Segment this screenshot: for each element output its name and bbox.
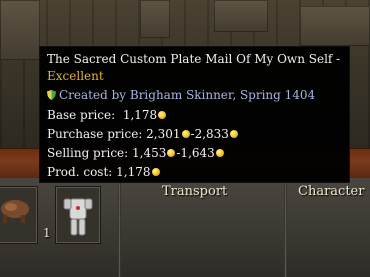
item-creator: Created by Brigham Skinner, Spring 1404: [59, 88, 316, 102]
base-price-value: 1,178: [122, 108, 158, 122]
item-title: The Sacred Custom Plate Mail Of My Own S…: [47, 52, 341, 66]
purchase-price-label: Purchase price:: [47, 127, 143, 141]
background-crate: [214, 0, 268, 32]
base-price-row: Base price: 1,178: [47, 108, 167, 123]
item-quality: Excellent: [47, 69, 104, 83]
prod-cost-label: Prod. cost:: [47, 165, 113, 179]
background-crate: [140, 0, 170, 38]
background-crate: [0, 0, 40, 60]
game-scene: Transport Character 1 The Sacred Custom …: [0, 0, 370, 277]
purchase-price-row: Purchase price: 2,301 -2,833: [47, 127, 239, 142]
gold-coin-icon: [151, 167, 160, 176]
selling-price-row: Selling price: 1,453 -1,643: [47, 146, 225, 161]
gold-coin-icon: [158, 110, 167, 119]
inventory-slot[interactable]: [0, 186, 38, 244]
gold-coin-icon: [181, 129, 190, 138]
selling-price-min: 1,453: [132, 146, 167, 160]
inventory-slot-armor[interactable]: [55, 186, 101, 244]
plate-armor-icon: [63, 198, 93, 236]
tab-character[interactable]: Character: [298, 184, 364, 199]
shield-icon: [47, 90, 56, 100]
item-stack-count: 1: [43, 226, 51, 240]
creature-item-icon: [1, 200, 29, 223]
background-crate: [300, 6, 370, 46]
base-price-label: Base price:: [47, 108, 116, 122]
item-creator-row: Created by Brigham Skinner, Spring 1404: [47, 88, 315, 103]
gold-coin-icon: [215, 148, 224, 157]
item-tooltip: The Sacred Custom Plate Mail Of My Own S…: [40, 47, 349, 182]
tab-transport[interactable]: Transport: [162, 184, 227, 199]
gold-coin-icon: [229, 129, 238, 138]
purchase-price-min: 2,301: [146, 127, 181, 141]
gold-coin-icon: [167, 148, 176, 157]
panel-divider: [118, 178, 121, 277]
prod-cost-row: Prod. cost: 1,178: [47, 165, 161, 180]
panel-divider: [284, 178, 287, 277]
purchase-price-max: -2,833: [190, 127, 229, 141]
selling-price-label: Selling price:: [47, 146, 129, 160]
selling-price-max: -1,643: [176, 146, 215, 160]
prod-cost-value: 1,178: [116, 165, 151, 179]
